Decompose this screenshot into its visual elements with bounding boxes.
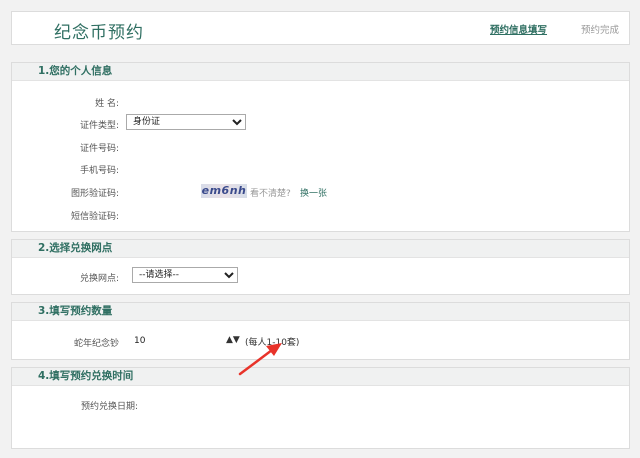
step-info-fill[interactable]: 预约信息填写 [490,22,547,36]
quantity-stepper[interactable]: ▲▼ [226,335,240,345]
quantity-input[interactable]: 10 [134,336,145,346]
quantity-panel: 3.填写预约数量 蛇年纪念钞 10 ▲▼ (每人1-10套) [11,302,630,360]
section-title: 2.选择兑换网点 [12,240,629,258]
captcha-image[interactable]: em6nh [201,184,247,198]
phone-label: 手机号码: [79,166,119,176]
page-header: 纪念币预约 预约信息填写 预约完成 [11,11,630,45]
sms-code-label: 短信验证码: [70,212,119,222]
section-title: 1.您的个人信息 [12,63,629,81]
captcha-refresh-link[interactable]: 换一张 [300,186,327,199]
page-title: 纪念币预约 [54,23,144,43]
date-panel: 4.填写预约兑换时间 预约兑换日期: [11,367,630,449]
id-number-label: 证件号码: [79,144,119,154]
captcha-hint: 看不清楚? [250,189,291,199]
section-title: 3.填写预约数量 [12,303,629,321]
captcha-label: 图形验证码: [70,189,119,199]
id-type-label: 证件类型: [79,121,119,131]
outlet-label: 兑换网点: [79,274,119,284]
outlet-panel: 2.选择兑换网点 兑换网点: --请选择-- [11,239,630,295]
name-label: 姓 名: [95,99,119,109]
quantity-limit-note: (每人1-10套) [245,338,300,348]
coin-label: 蛇年纪念钞 [73,339,119,349]
personal-info-panel: 1.您的个人信息 姓 名: 证件类型: 身份证 证件号码: 手机号码: 图形验证… [11,62,630,232]
date-label: 预约兑换日期: [80,402,138,412]
step-complete: 预约完成 [581,25,620,36]
id-type-select[interactable]: 身份证 [126,114,246,130]
section-title: 4.填写预约兑换时间 [12,368,629,386]
outlet-select[interactable]: --请选择-- [132,267,238,283]
